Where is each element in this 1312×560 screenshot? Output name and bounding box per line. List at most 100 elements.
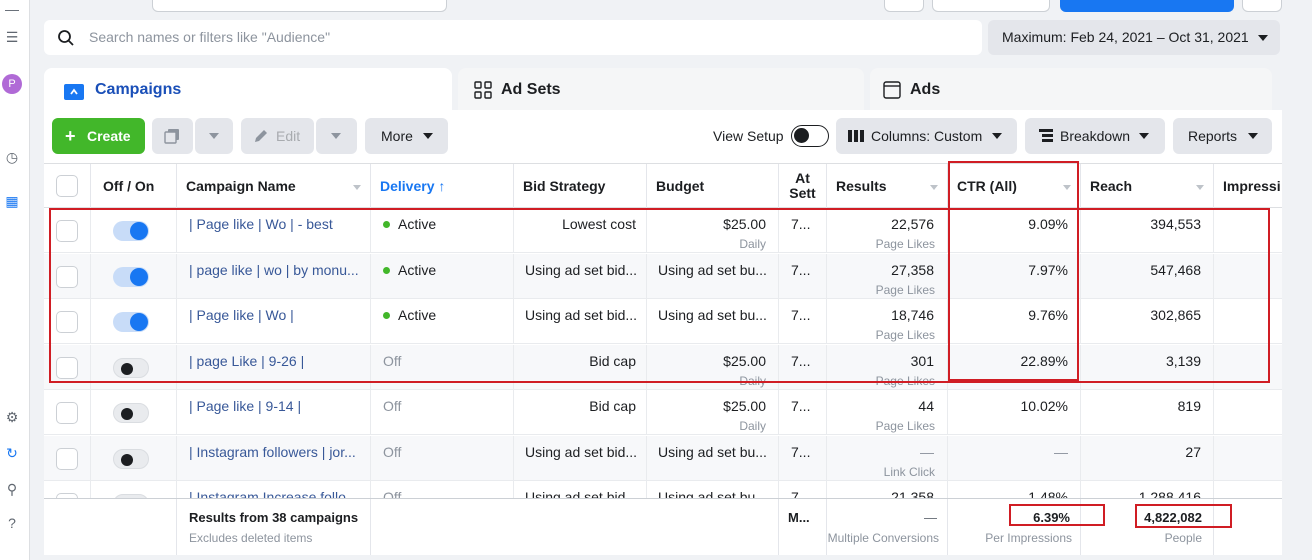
toggle-knob	[794, 128, 809, 143]
table-row[interactable]: | Page like | 9-14 | Off Bid cap $25.00 Dail…	[44, 390, 1282, 435]
tab-label: Ad Sets	[501, 81, 561, 98]
view-setup-toggle[interactable]	[791, 125, 829, 147]
delivery-cell: Off	[371, 390, 514, 435]
duplicate-button[interactable]	[152, 118, 193, 154]
attribution-cell: 7...	[779, 435, 827, 481]
bid-strategy-value: Using ad set bid...	[525, 443, 638, 460]
breakdown-button[interactable]: Breakdown	[1025, 118, 1165, 154]
header-results[interactable]: Results	[827, 164, 948, 209]
campaign-name-link[interactable]: | Page like | 9-14 |	[189, 398, 301, 414]
tab-label: Ads	[910, 81, 941, 98]
highlight-reach-total-box	[1135, 504, 1232, 528]
tab-ad-sets[interactable]: Ad Sets	[458, 68, 864, 112]
duplicate-icon	[164, 128, 180, 144]
breakdown-label: Breakdown	[1060, 128, 1131, 144]
columns-icon	[848, 130, 864, 142]
impressions-cell	[1214, 390, 1282, 435]
delivery-status: Off	[383, 398, 401, 414]
help-icon[interactable]: ?	[3, 514, 21, 532]
row-checkbox[interactable]	[56, 402, 78, 424]
header-reach[interactable]: Reach	[1081, 164, 1214, 209]
columns-button[interactable]: Columns: Custom	[836, 118, 1017, 154]
campaign-status-toggle[interactable]	[113, 448, 149, 469]
results-type: Link Click	[883, 464, 935, 479]
header-campaign-name[interactable]: Campaign Name	[177, 164, 371, 209]
budget-value: Using ad set bu...	[658, 443, 767, 460]
list-icon[interactable]: ☰	[3, 28, 21, 46]
row-select-cell	[44, 390, 91, 435]
footer-spacer	[44, 499, 177, 555]
campaign-name-link[interactable]: | Instagram followers | jor...	[189, 444, 356, 460]
sort-icon	[1196, 185, 1204, 190]
highlight-ctr-column-box	[948, 161, 1079, 381]
date-range-picker[interactable]: Maximum: Feb 24, 2021 – Oct 31, 2021	[988, 20, 1280, 55]
footer-subtitle: Excludes deleted items	[189, 531, 313, 545]
row-toggle-cell	[91, 390, 177, 435]
menu-icon[interactable]: —	[3, 0, 21, 18]
ctr-value: —	[1054, 443, 1068, 460]
budget-cell: Using ad set bu...	[647, 435, 779, 481]
edit-label: Edit	[276, 128, 301, 144]
footer-reach-sub: People	[1164, 531, 1202, 545]
edit-button[interactable]: Edit	[241, 118, 314, 154]
impressions-cell	[1214, 436, 1282, 481]
footer-results-value: —	[924, 510, 937, 525]
delivery-text: Off	[383, 443, 402, 460]
header-bid-strategy[interactable]: Bid Strategy	[514, 164, 647, 209]
top-button-fragment	[932, 0, 1050, 12]
header-label: Campaign Name	[186, 178, 296, 194]
avatar[interactable]: P	[2, 74, 22, 94]
pencil-icon	[253, 128, 269, 144]
duplicate-dropdown-button[interactable]	[195, 118, 233, 154]
toggle-knob	[121, 453, 133, 466]
refresh-icon[interactable]: ↻	[3, 444, 21, 462]
select-all-checkbox[interactable]	[56, 175, 78, 197]
header-budget[interactable]: Budget	[647, 164, 779, 209]
top-input-fragment	[152, 0, 447, 12]
search-icon[interactable]: ⚲	[3, 480, 21, 498]
row-select-cell	[44, 435, 91, 481]
grid-icon	[474, 81, 492, 99]
row-checkbox[interactable]	[56, 447, 78, 470]
tab-label: Campaigns	[95, 81, 182, 98]
campaign-status-toggle[interactable]	[113, 403, 149, 423]
chevron-down-icon	[1258, 35, 1268, 41]
header-impressions[interactable]: Impressi	[1214, 164, 1282, 209]
more-button[interactable]: More	[365, 118, 448, 154]
bid-strategy-value: Bid cap	[589, 398, 636, 414]
header-off-on[interactable]: Off / On	[91, 164, 177, 209]
highlight-ctr-total-box	[1009, 504, 1105, 526]
create-label: Create	[87, 128, 131, 144]
date-range-label: Maximum: Feb 24, 2021 – Oct 31, 2021	[1002, 29, 1249, 45]
reach-cell: 819	[1081, 390, 1214, 435]
footer-results: — Multiple Conversions	[827, 499, 948, 555]
header-attribution[interactable]: At Sett	[779, 164, 827, 209]
delivery-status: Off	[383, 444, 401, 460]
reports-label: Reports	[1188, 128, 1238, 144]
bid-strategy-cell: Using ad set bid...	[514, 435, 647, 481]
top-button-fragment	[884, 0, 924, 12]
reports-button[interactable]: Reports	[1173, 118, 1272, 154]
attribution-value: 7...	[791, 398, 811, 414]
highlight-rows-box	[49, 208, 1270, 383]
table-icon[interactable]: ▦	[3, 192, 21, 210]
clock-icon[interactable]: ◷	[3, 148, 21, 166]
budget-value: $25.00	[723, 398, 766, 414]
footer-attr-value: M...	[788, 510, 810, 525]
tab-ads[interactable]: Ads	[870, 68, 1272, 112]
results-cell: 44 Page Likes	[827, 390, 948, 435]
chevron-down-icon	[423, 133, 433, 139]
footer-results-sub: Multiple Conversions	[827, 531, 939, 545]
ad-icon	[883, 81, 901, 99]
tab-campaigns[interactable]: Campaigns	[44, 68, 452, 112]
header-label: Results	[836, 178, 887, 194]
table-row[interactable]: | Instagram followers | jor... Off Using a…	[44, 435, 1282, 481]
edit-dropdown-button[interactable]	[316, 118, 357, 154]
settings-icon[interactable]: ⚙	[3, 408, 21, 426]
bid-strategy-cell: Bid cap	[514, 390, 647, 435]
search-bar[interactable]: Search names or filters like "Audience"	[44, 20, 982, 55]
left-nav-rail: — ☰ P ◷ ▦ ⚙ ↻ ⚲ ?	[0, 0, 30, 560]
header-delivery[interactable]: Delivery ↑	[371, 164, 514, 209]
create-button[interactable]: + Create	[52, 118, 145, 154]
reach-value: 819	[1177, 398, 1201, 414]
